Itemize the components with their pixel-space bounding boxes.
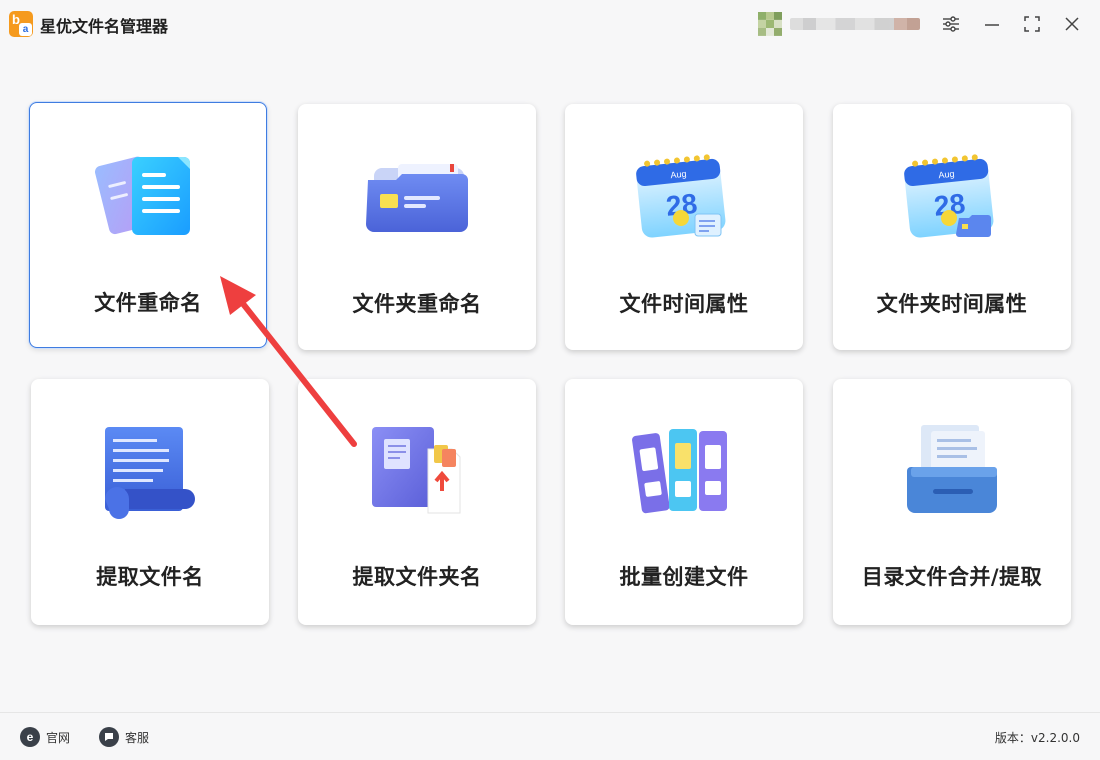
card-label: 提取文件夹名 [352, 565, 482, 589]
card-file-time[interactable]: Aug 28 文件时间属性 [565, 104, 803, 350]
binders-icon [629, 419, 739, 519]
calendar-month: Aug [670, 169, 687, 181]
version-text: 版本：v2.2.0.0 [994, 731, 1080, 745]
support-link[interactable]: 客服 [99, 727, 149, 747]
documents-icon [94, 143, 204, 243]
close-icon[interactable] [1060, 12, 1084, 36]
maximize-icon[interactable] [1020, 12, 1044, 36]
file-drawer-icon [897, 419, 1007, 519]
website-label: 官网 [46, 730, 71, 745]
user-name: ●●●●●●●● [790, 18, 920, 30]
calendar-file-icon: Aug 28 [629, 144, 739, 244]
card-label: 目录文件合并/提取 [861, 565, 1043, 589]
card-label: 文件重命名 [94, 291, 202, 315]
settings-icon[interactable] [939, 12, 963, 36]
card-label: 文件夹重命名 [352, 292, 482, 316]
calendar-folder-icon: Aug 28 [897, 144, 1007, 244]
card-label: 文件时间属性 [619, 292, 749, 316]
card-batch-create[interactable]: 批量创建文件 [565, 379, 803, 625]
folder-icon [362, 144, 472, 244]
website-link[interactable]: e 官网 [20, 727, 70, 747]
user-account[interactable]: ●●●●●●●● [758, 12, 922, 36]
app-logo-icon: b a [9, 11, 33, 37]
card-extract-filename[interactable]: 提取文件名 [31, 379, 269, 625]
footer: e 官网 客服 版本：v2.2.0.0 [0, 712, 1100, 760]
avatar[interactable] [758, 12, 782, 36]
card-label: 提取文件名 [96, 565, 204, 589]
card-merge-extract[interactable]: 目录文件合并/提取 [833, 379, 1071, 625]
title-bar: b a 星优文件名管理器 ●●●●●●●● [0, 0, 1100, 48]
support-label: 客服 [125, 730, 150, 745]
card-extract-foldername[interactable]: 提取文件夹名 [298, 379, 536, 625]
browser-e-icon: e [20, 727, 40, 747]
app-title: 星优文件名管理器 [40, 17, 169, 36]
book-extract-icon [362, 419, 472, 519]
card-label: 批量创建文件 [619, 565, 749, 589]
minimize-icon[interactable] [980, 12, 1004, 36]
calendar-month: Aug [938, 169, 955, 181]
card-folder-time[interactable]: Aug 28 文件夹时间属性 [833, 104, 1071, 350]
chat-bubble-icon [99, 727, 119, 747]
card-label: 文件夹时间属性 [876, 292, 1028, 316]
card-file-rename[interactable]: 文件重命名 [29, 102, 267, 348]
card-folder-rename[interactable]: 文件夹重命名 [298, 104, 536, 350]
scroll-list-icon [95, 419, 205, 519]
